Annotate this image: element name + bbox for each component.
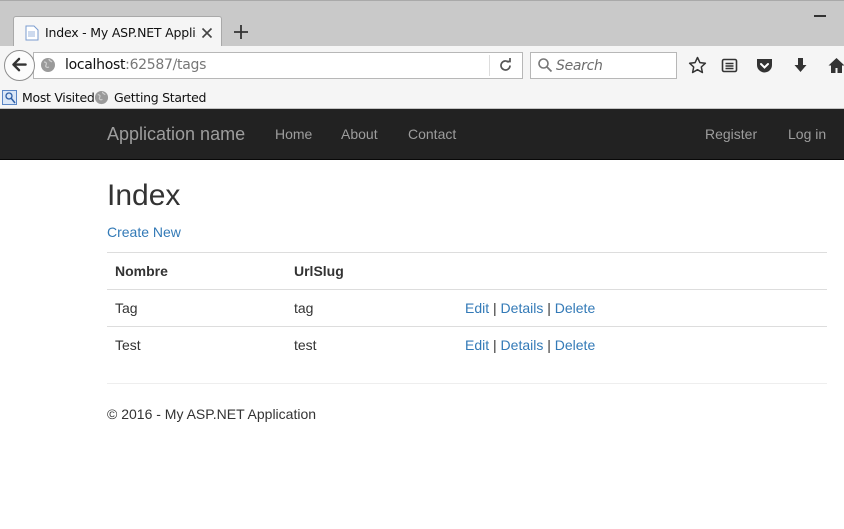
- brand-link[interactable]: Application name: [107, 124, 245, 145]
- details-link[interactable]: Details: [501, 300, 544, 316]
- cell-actions: Edit | Details | Delete: [457, 289, 827, 327]
- cell-urlslug: tag: [286, 289, 457, 327]
- table-row: Test test Edit | Details | Delete: [107, 326, 827, 364]
- back-button[interactable]: [4, 50, 35, 81]
- separator: |: [547, 337, 551, 354]
- bookmark-star-icon[interactable]: [688, 56, 707, 75]
- footer-text: © 2016 - My ASP.NET Application: [107, 406, 317, 422]
- most-visited-icon: [2, 90, 17, 105]
- browser-tab[interactable]: Index - My ASP.NET Appli…: [13, 16, 222, 48]
- separator: |: [493, 300, 497, 316]
- search-icon: [538, 58, 553, 73]
- nav-register[interactable]: Register: [705, 126, 757, 142]
- url-text: localhost:62587/tags: [65, 57, 207, 73]
- url-divider: [489, 55, 490, 76]
- column-header-urlslug: UrlSlug: [286, 252, 457, 290]
- create-new-link[interactable]: Create New: [107, 224, 181, 240]
- nav-login[interactable]: Log in: [788, 126, 826, 142]
- cell-nombre: Tag: [107, 289, 286, 327]
- nav-about[interactable]: About: [341, 126, 378, 142]
- globe-icon[interactable]: [40, 57, 56, 73]
- footer-divider: [107, 383, 827, 384]
- page-icon: [25, 25, 39, 41]
- tags-table: Nombre UrlSlug Tag tag Edit | Details | …: [107, 252, 827, 364]
- table-row: Tag tag Edit | Details | Delete: [107, 289, 827, 327]
- bookmark-label: Getting Started: [114, 90, 207, 105]
- table-header-row: Nombre UrlSlug: [107, 252, 827, 290]
- cell-actions: Edit | Details | Delete: [457, 326, 827, 364]
- column-header-nombre: Nombre: [107, 252, 286, 290]
- cell-nombre: Test: [107, 326, 286, 364]
- bookmark-getting-started[interactable]: Getting Started: [94, 89, 206, 106]
- column-header-actions: [457, 252, 827, 290]
- tab-strip: Index - My ASP.NET Appli…: [0, 0, 844, 48]
- download-icon[interactable]: [791, 56, 810, 75]
- cell-urlslug: test: [286, 326, 457, 364]
- search-input[interactable]: [556, 56, 668, 75]
- separator: |: [547, 300, 551, 316]
- home-icon[interactable]: [827, 56, 844, 75]
- bookmark-most-visited[interactable]: Most Visited: [2, 89, 95, 106]
- pocket-icon[interactable]: [755, 56, 774, 75]
- bookmark-label: Most Visited: [22, 90, 95, 105]
- edit-link[interactable]: Edit: [465, 300, 489, 316]
- nav-home[interactable]: Home: [275, 126, 312, 142]
- details-link[interactable]: Details: [501, 337, 544, 353]
- minimize-icon[interactable]: [814, 15, 826, 17]
- reload-icon[interactable]: [497, 57, 514, 74]
- back-arrow-icon: [12, 57, 27, 72]
- delete-link[interactable]: Delete: [555, 337, 595, 353]
- nav-contact[interactable]: Contact: [408, 126, 456, 142]
- tab-title: Index - My ASP.NET Appli…: [45, 25, 197, 40]
- separator: |: [493, 337, 497, 354]
- edit-link[interactable]: Edit: [465, 337, 489, 353]
- new-tab-icon[interactable]: [232, 23, 250, 41]
- close-icon[interactable]: [199, 25, 215, 41]
- delete-link[interactable]: Delete: [555, 300, 595, 316]
- page-title: Index: [107, 179, 181, 212]
- globe-icon: [94, 90, 109, 105]
- reading-list-icon[interactable]: [720, 56, 739, 75]
